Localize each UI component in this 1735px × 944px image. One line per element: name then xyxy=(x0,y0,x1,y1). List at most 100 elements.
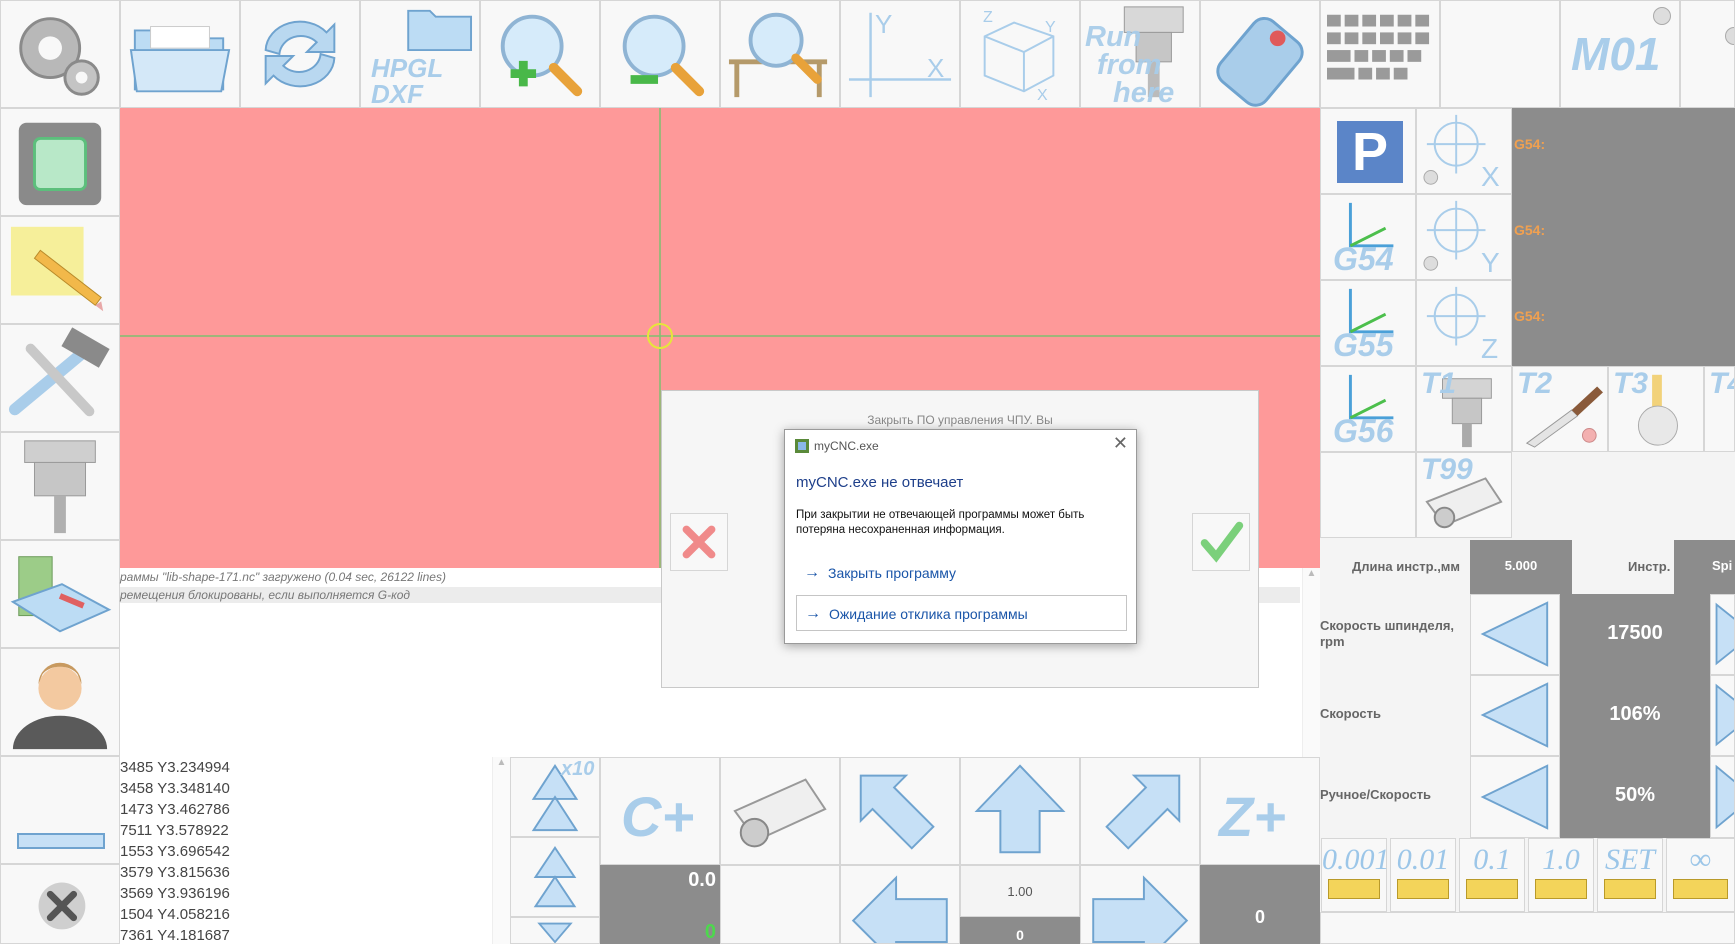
close-program-label: Закрыть программу xyxy=(828,565,957,581)
gcode-line: 7511 Y3.578922 xyxy=(120,822,229,839)
jog-speed-increase-button[interactable] xyxy=(1710,756,1735,838)
run-from-here-button[interactable]: Run from here xyxy=(1080,0,1200,108)
jog-z-plus-button[interactable]: Z+ xyxy=(1200,757,1320,865)
axis-y-label: Y xyxy=(875,9,893,39)
dialog-titlebar: myCNC.exe ✕ xyxy=(785,430,1136,460)
exit-confirm-title: Закрыть ПО управления ЧПУ. Вы xyxy=(867,413,1053,427)
step-label: SET xyxy=(1604,843,1655,876)
close-program-option[interactable]: → Закрыть программу xyxy=(796,555,1127,591)
tool-t1-button[interactable]: T1 xyxy=(1416,366,1512,452)
park-g55-button[interactable]: G55 xyxy=(1320,280,1416,366)
blank-tool-slot xyxy=(1320,452,1416,538)
jog-speed-decrease-button[interactable] xyxy=(1470,756,1560,838)
service-tools-button[interactable] xyxy=(0,324,120,432)
feed-increase-button[interactable] xyxy=(1710,675,1735,756)
jog-speed-label: Ручное/Скорость xyxy=(1320,787,1432,802)
jog-a-plus-button[interactable] xyxy=(510,837,600,917)
import-hpgl-dxf-button[interactable]: HPGL DXF xyxy=(360,0,480,108)
settings-button[interactable] xyxy=(0,0,120,108)
exit-button[interactable] xyxy=(0,864,120,944)
remote-pendant-icon xyxy=(1216,16,1304,107)
chip-icon xyxy=(18,122,102,206)
jog-xminus-yplus-button[interactable] xyxy=(840,757,960,865)
tool-t99-button[interactable]: T99 xyxy=(1416,452,1512,538)
gcode-listing[interactable]: 3485 Y3.234994 3458 Y3.348140 1473 Y3.46… xyxy=(120,757,510,944)
arrow-right-icon: → xyxy=(805,605,821,622)
jog-xplus-yplus-button[interactable] xyxy=(1080,757,1200,865)
arrow-down-icon xyxy=(537,922,573,943)
zoom-in-icon xyxy=(500,14,583,97)
ruler-icon xyxy=(1328,879,1380,899)
x10-label: x10 xyxy=(561,758,595,780)
gcode-line: 1473 Y3.462786 xyxy=(120,801,230,818)
library-button[interactable] xyxy=(0,540,120,648)
step-label: 0.01 xyxy=(1396,843,1450,876)
tool-t4-button[interactable]: T4 xyxy=(1704,366,1735,452)
step-continuous-button[interactable]: ∞ xyxy=(1666,838,1735,912)
g55-label: G55 xyxy=(1333,327,1394,363)
pendant-button[interactable] xyxy=(1200,0,1320,108)
green-check-icon xyxy=(1200,521,1244,563)
camera-button[interactable] xyxy=(720,757,840,865)
zoom-in-button[interactable] xyxy=(480,0,600,108)
user-button[interactable] xyxy=(0,648,120,756)
jog-x-plus-button[interactable] xyxy=(1080,865,1200,944)
feed-decrease-button[interactable] xyxy=(1470,675,1560,756)
jog-y-plus-button[interactable] xyxy=(960,757,1080,865)
view-xy-button[interactable]: Y X xyxy=(840,0,960,108)
hardware-button[interactable] xyxy=(0,108,120,216)
zero-z-button[interactable]: Z xyxy=(1416,280,1512,366)
step-set-button[interactable]: SET xyxy=(1597,838,1663,912)
confirm-cancel-button[interactable] xyxy=(670,513,728,571)
c-position-readout: 0.0 0 xyxy=(600,865,720,944)
jog-a-minus-button[interactable] xyxy=(510,917,600,944)
arrow-right-icon xyxy=(1715,683,1734,747)
step-01-button[interactable]: 0.1 xyxy=(1459,838,1525,912)
zero-y-button[interactable]: Y xyxy=(1416,194,1512,280)
jog-c-plus-button[interactable]: C+ xyxy=(600,757,720,865)
jog-a-plus-x10-button[interactable]: x10 xyxy=(510,757,600,837)
step-10-button[interactable]: 1.0 xyxy=(1528,838,1594,912)
spindle-speed-label: Скорость шпинделя, rpm xyxy=(1320,618,1455,649)
spindle-readout: 17500 xyxy=(1560,594,1710,675)
iso-z-label: Z xyxy=(983,9,993,26)
toolbar-edge-slot xyxy=(1680,0,1735,108)
keyboard-button[interactable] xyxy=(1320,0,1440,108)
view-iso-button[interactable]: Z Y X xyxy=(960,0,1080,108)
minimize-button[interactable] xyxy=(0,756,120,864)
confirm-ok-button[interactable] xyxy=(1192,513,1250,571)
park-g54-button[interactable]: G54 xyxy=(1320,194,1416,280)
tool-label: Инстр. xyxy=(1628,559,1671,574)
spindle-icon xyxy=(24,440,96,534)
edit-program-button[interactable] xyxy=(0,216,120,324)
dialog-heading: myCNC.exe не отвечает xyxy=(796,474,964,491)
open-file-button[interactable] xyxy=(120,0,240,108)
blank-jog-slot xyxy=(720,865,840,944)
zero-x-button[interactable]: X xyxy=(1416,108,1512,194)
zoom-fit-table-button[interactable] xyxy=(720,0,840,108)
step-label: 0.1 xyxy=(1473,843,1511,876)
gcode-scrollbar[interactable]: ▲ xyxy=(492,757,510,944)
tool-t3-button[interactable]: T3 xyxy=(1608,366,1704,452)
spindle-increase-button[interactable] xyxy=(1710,594,1735,675)
ruler-icon xyxy=(1604,879,1656,899)
g54-readout-label: G54: xyxy=(1514,308,1546,324)
spindle-button[interactable] xyxy=(0,432,120,540)
here-label: here xyxy=(1113,77,1175,108)
log-scrollbar[interactable]: ▲ xyxy=(1302,568,1320,757)
tool-t2-button[interactable]: T2 xyxy=(1512,366,1608,452)
spindle-decrease-button[interactable] xyxy=(1470,594,1560,675)
park-button[interactable]: P xyxy=(1320,108,1416,194)
step-001-button[interactable]: 0.01 xyxy=(1390,838,1456,912)
m01-button[interactable]: M01 xyxy=(1560,0,1680,108)
park-g56-button[interactable]: G56 xyxy=(1320,366,1416,452)
dialog-close-icon[interactable]: ✕ xyxy=(1113,433,1128,454)
t4-label: T4 xyxy=(1709,367,1734,400)
jog-step-bottom-value: 0 xyxy=(1016,927,1024,943)
step-0001-button[interactable]: 0.001 xyxy=(1321,838,1390,912)
wait-program-option[interactable]: → Ожидание отклика программы xyxy=(796,595,1127,631)
arrow-left-icon xyxy=(1480,682,1549,748)
jog-x-minus-button[interactable] xyxy=(840,865,960,944)
reload-button[interactable] xyxy=(240,0,360,108)
zoom-out-button[interactable] xyxy=(600,0,720,108)
